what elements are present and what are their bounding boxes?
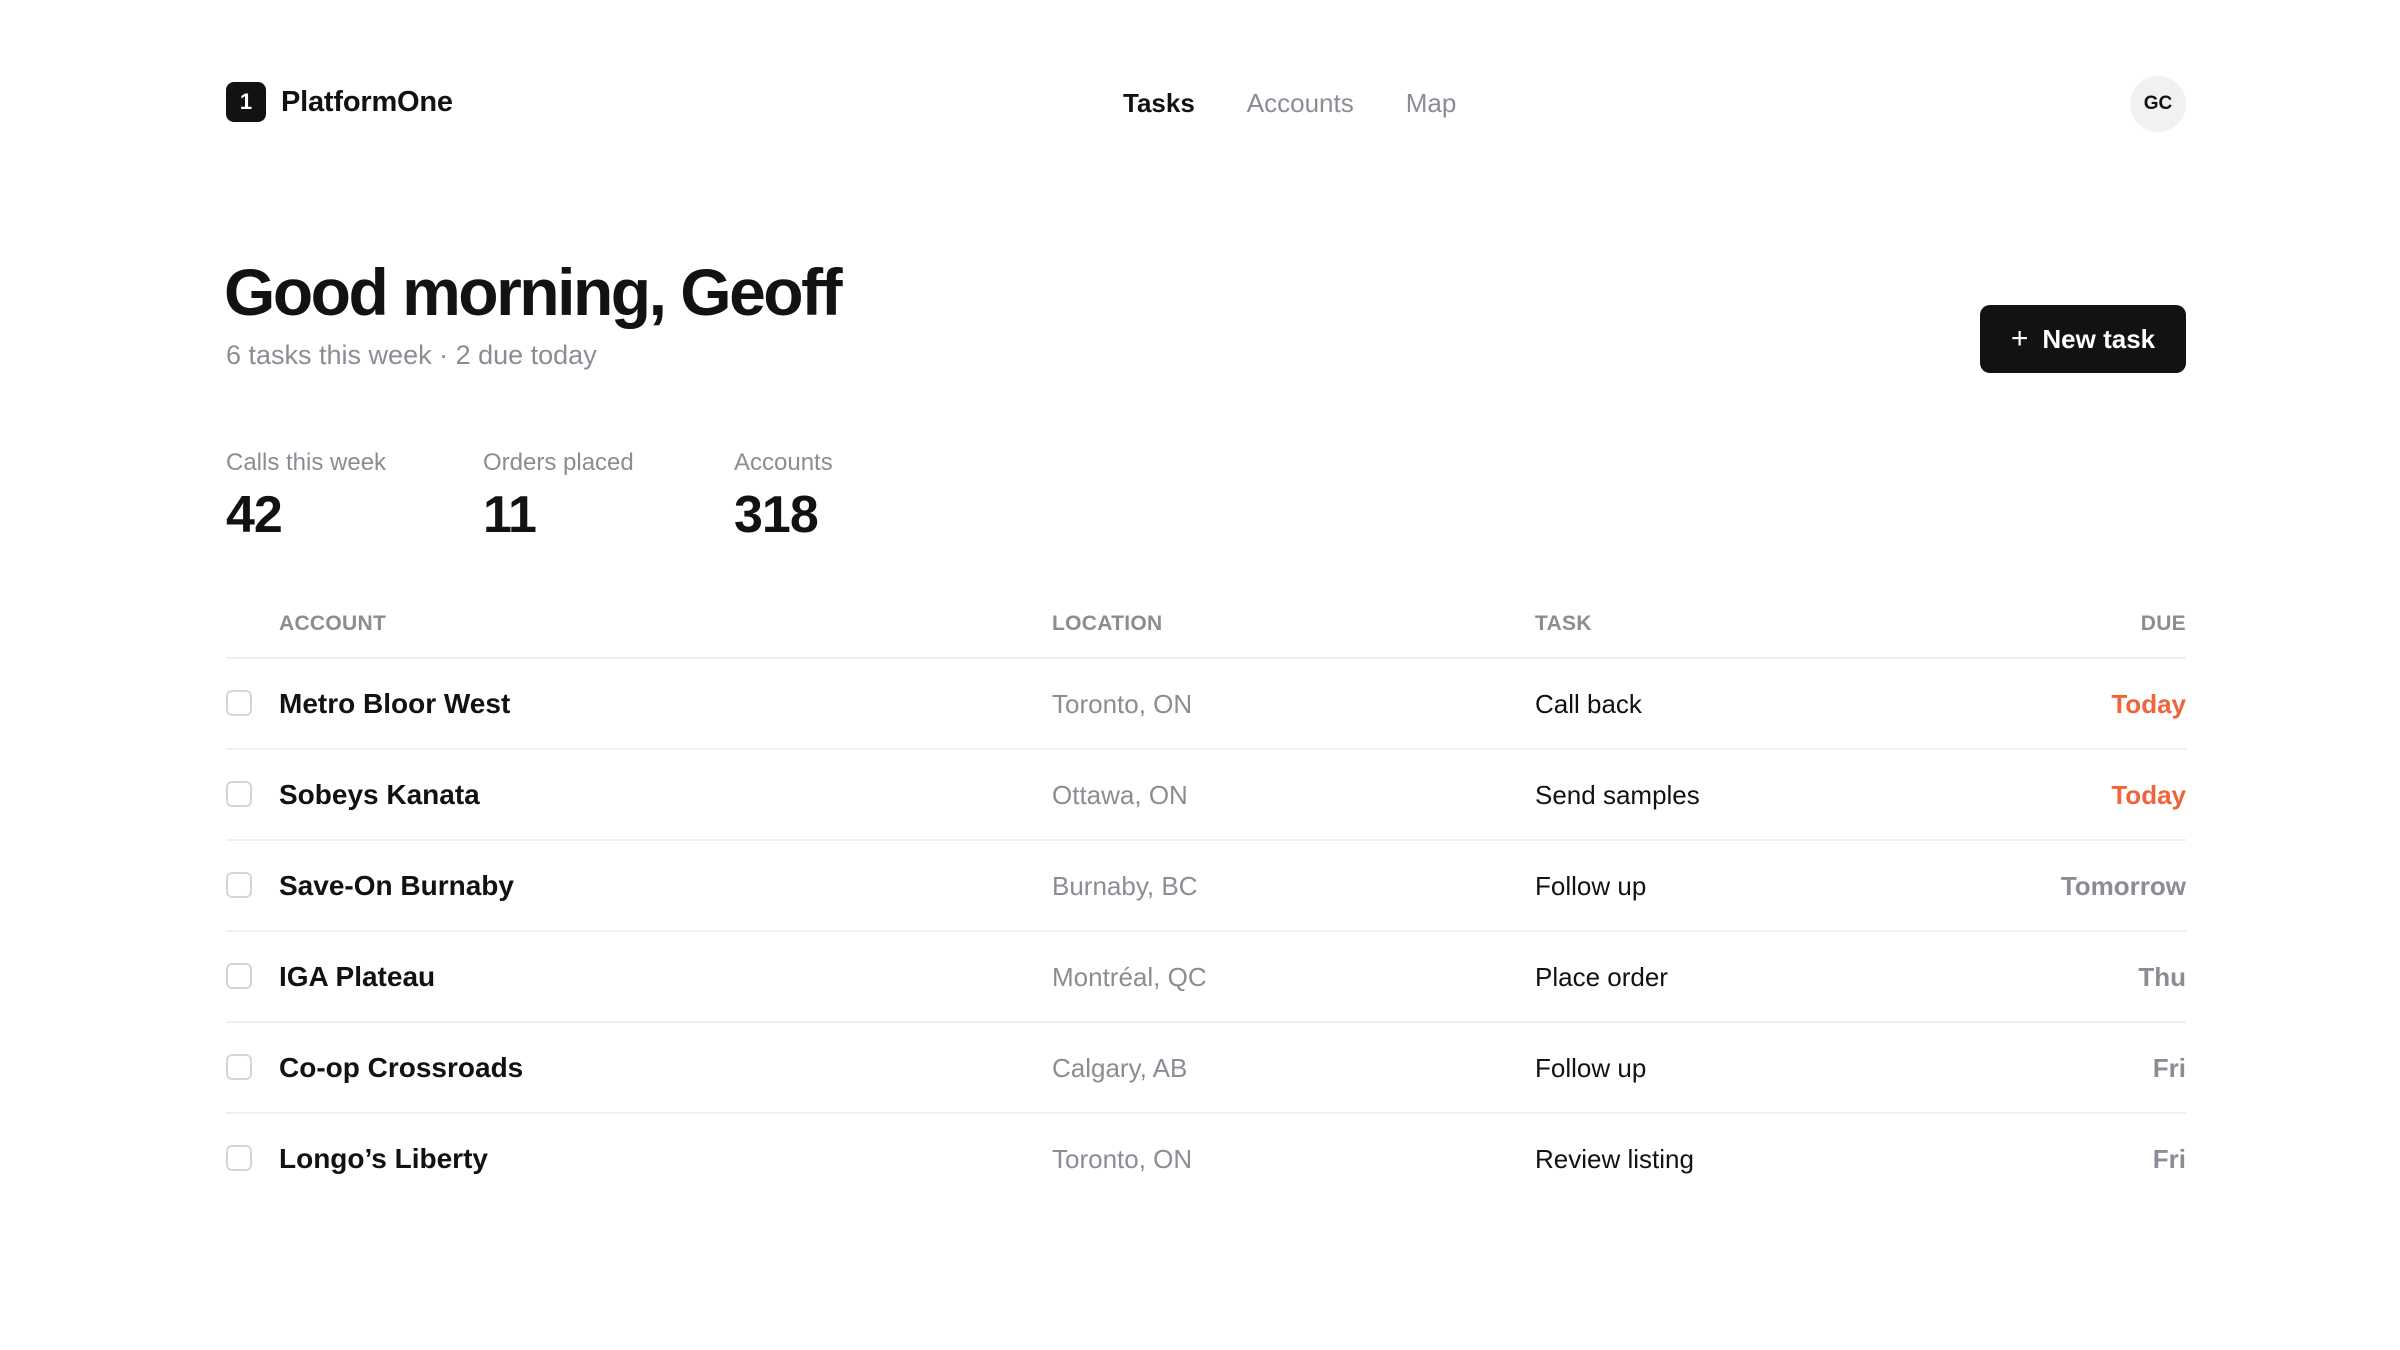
brand[interactable]: 1 PlatformOne: [226, 82, 453, 122]
task-checkbox[interactable]: [226, 690, 252, 716]
new-task-label: New task: [2042, 323, 2156, 354]
due-date: Tomorrow: [2060, 871, 2186, 901]
due-date: Today: [2111, 780, 2186, 810]
stat-value: 318: [734, 486, 819, 544]
account-name[interactable]: Save-On Burnaby: [279, 871, 514, 901]
account-location: Toronto, ON: [1052, 689, 1193, 719]
account-name[interactable]: Co-op Crossroads: [279, 1053, 523, 1083]
table-row[interactable]: Co-op Crossroads Calgary, AB Follow up F…: [226, 1023, 2186, 1114]
column-header-due[interactable]: DUE: [2141, 612, 2186, 636]
task-checkbox[interactable]: [226, 1054, 252, 1080]
user-avatar[interactable]: GC: [2130, 76, 2186, 132]
table-row[interactable]: Sobeys Kanata Ottawa, ON Send samples To…: [226, 750, 2186, 841]
task-checkbox[interactable]: [226, 963, 252, 989]
task-type: Follow up: [1535, 1053, 1647, 1083]
account-location: Burnaby, BC: [1052, 871, 1198, 901]
nav-tab-accounts[interactable]: Accounts: [1247, 88, 1354, 119]
stat-label: Accounts: [734, 449, 833, 476]
due-date: Fri: [2152, 1053, 2186, 1083]
table-row[interactable]: Longo’s Liberty Toronto, ON Review listi…: [226, 1114, 2186, 1203]
due-date: Fri: [2152, 1144, 2186, 1174]
table-row[interactable]: Metro Bloor West Toronto, ON Call back T…: [226, 659, 2186, 750]
table-header: ACCOUNT LOCATION TASK DUE: [226, 600, 2186, 659]
stat-accounts: Accounts 318: [734, 448, 833, 544]
stat-label: Calls this week: [226, 449, 387, 476]
top-bar: 1 PlatformOne Tasks Accounts Map GC: [226, 76, 2186, 132]
task-type: Call back: [1535, 689, 1642, 719]
account-name[interactable]: Metro Bloor West: [279, 689, 510, 719]
task-type: Follow up: [1535, 871, 1647, 901]
page: 1 PlatformOne Tasks Accounts Map GC Good…: [224, 0, 2186, 1350]
task-checkbox[interactable]: [226, 872, 252, 898]
column-header-account[interactable]: ACCOUNT: [279, 612, 386, 636]
stat-value: 11: [483, 486, 537, 544]
account-name[interactable]: Longo’s Liberty: [279, 1144, 488, 1174]
stat-label: Orders placed: [483, 449, 634, 476]
nav-tab-map[interactable]: Map: [1406, 88, 1457, 119]
account-location: Toronto, ON: [1052, 1144, 1193, 1174]
task-type: Place order: [1535, 962, 1668, 992]
column-header-task[interactable]: TASK: [1535, 612, 1592, 636]
tasks-table: ACCOUNT LOCATION TASK DUE Metro Bloor We…: [226, 600, 2186, 1203]
brand-name: PlatformOne: [281, 85, 453, 118]
new-task-button[interactable]: + New task: [1980, 305, 2186, 373]
account-name[interactable]: IGA Plateau: [279, 962, 435, 992]
task-checkbox[interactable]: [226, 1145, 252, 1171]
table-row[interactable]: Save-On Burnaby Burnaby, BC Follow up To…: [226, 841, 2186, 932]
stat-calls: Calls this week 42: [226, 448, 386, 544]
task-type: Send samples: [1535, 780, 1700, 810]
due-date: Today: [2111, 689, 2186, 719]
brand-logo-icon: 1: [226, 82, 266, 122]
stat-orders: Orders placed 11: [483, 448, 634, 544]
task-checkbox[interactable]: [226, 781, 252, 807]
task-type: Review listing: [1535, 1144, 1694, 1174]
table-row[interactable]: IGA Plateau Montréal, QC Place order Thu: [226, 932, 2186, 1023]
nav-tab-tasks[interactable]: Tasks: [1123, 88, 1195, 119]
column-header-location[interactable]: LOCATION: [1052, 612, 1163, 636]
page-title: Good morning, Geoff: [224, 255, 843, 329]
account-location: Ottawa, ON: [1052, 780, 1188, 810]
account-location: Montréal, QC: [1052, 962, 1207, 992]
page-subtitle: 6 tasks this week · 2 due today: [226, 340, 597, 370]
stat-value: 42: [226, 486, 283, 544]
account-name[interactable]: Sobeys Kanata: [279, 780, 480, 810]
account-location: Calgary, AB: [1052, 1053, 1188, 1083]
plus-icon: +: [2010, 322, 2029, 355]
main-nav: Tasks Accounts Map: [1123, 88, 1456, 119]
due-date: Thu: [2138, 962, 2186, 992]
